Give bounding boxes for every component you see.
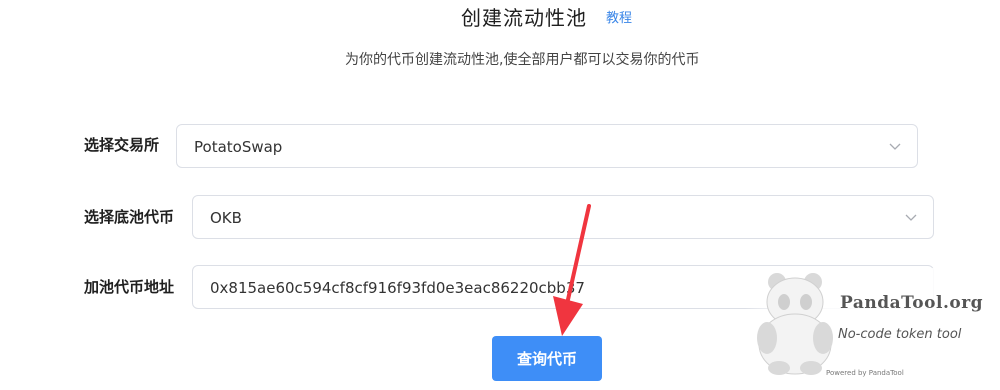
red-arrow-icon <box>553 204 591 336</box>
watermark-brand: PandaTool.org <box>840 293 984 313</box>
chevron-down-icon <box>905 214 917 221</box>
base-token-select-value: OKB <box>210 209 242 227</box>
tutorial-link[interactable]: 教程 <box>606 10 632 28</box>
token-address-value: 0x815ae60c594cf8cf916f93fd0e3eac86220cbb… <box>210 279 585 297</box>
exchange-label: 选择交易所 <box>84 136 160 154</box>
base-token-label: 选择底池代币 <box>84 208 175 226</box>
query-token-button[interactable]: 查询代币 <box>492 336 602 381</box>
watermark-powered: Powered by PandaTool <box>826 369 904 377</box>
page-subtitle: 为你的代币创建流动性池,使全部用户都可以交易你的代币 <box>345 52 700 68</box>
exchange-select[interactable]: PotatoSwap <box>176 124 918 168</box>
panda-logo <box>745 268 1000 380</box>
exchange-select-value: PotatoSwap <box>194 138 283 156</box>
watermark-tagline: No-code token tool <box>838 327 962 342</box>
chevron-down-icon <box>889 143 901 150</box>
page-title: 创建流动性池 <box>461 6 587 30</box>
token-address-label: 加池代币地址 <box>84 278 175 296</box>
